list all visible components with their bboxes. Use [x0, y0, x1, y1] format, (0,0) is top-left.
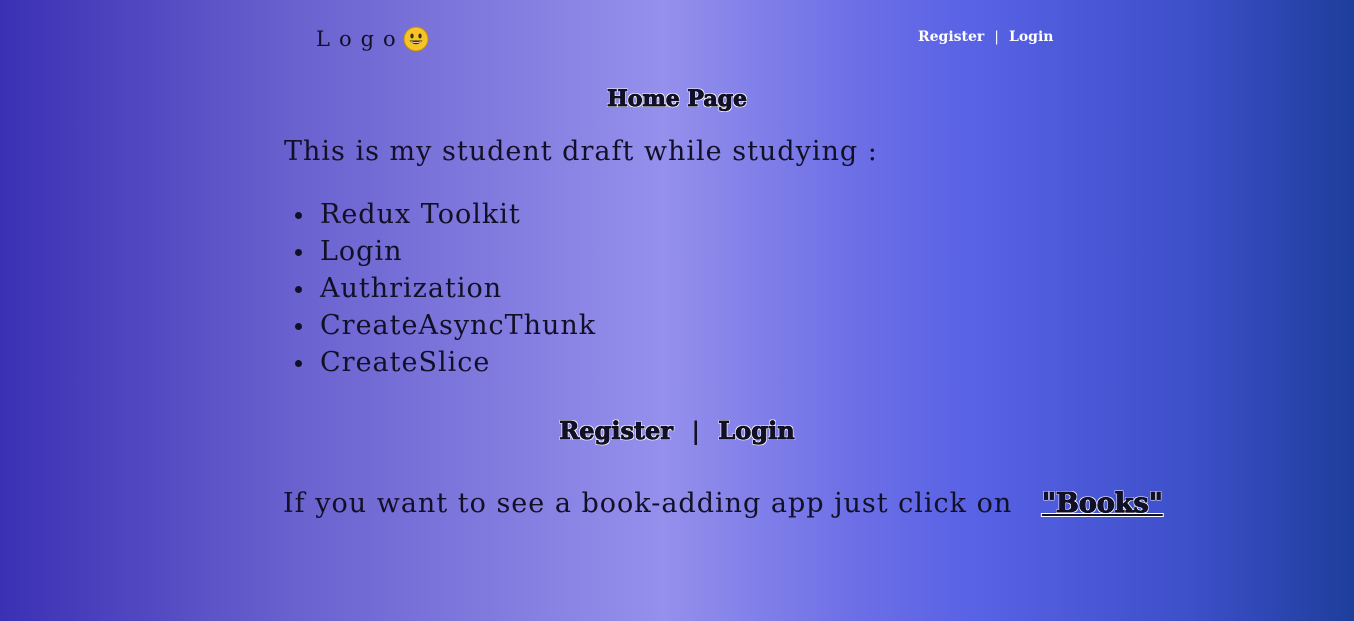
- top-nav: Register | Login: [918, 29, 1053, 45]
- list-item: Authrization: [284, 270, 596, 307]
- logo[interactable]: Logo: [316, 26, 429, 52]
- auth-links: Register | Login: [0, 416, 1354, 446]
- books-prompt-text: If you want to see a book-adding app jus…: [283, 488, 1013, 519]
- logo-text: Logo: [316, 27, 405, 51]
- books-prompt-line: If you want to see a book-adding app jus…: [283, 488, 1163, 520]
- nav-register-link[interactable]: Register: [918, 29, 984, 45]
- topics-list: Redux Toolkit Login Authrization CreateA…: [284, 196, 596, 381]
- nav-login-link[interactable]: Login: [1009, 29, 1053, 45]
- list-item: Redux Toolkit: [284, 196, 596, 233]
- auth-separator: |: [691, 416, 701, 445]
- intro-text: This is my student draft while studying …: [284, 136, 878, 167]
- nav-separator: |: [994, 29, 999, 45]
- list-item: Login: [284, 233, 596, 270]
- header-bar: Logo Register | Login: [0, 0, 1354, 80]
- register-link[interactable]: Register: [559, 416, 674, 446]
- list-item: CreateSlice: [284, 344, 596, 381]
- books-link[interactable]: "Books": [1041, 488, 1163, 520]
- grinning-face-icon: [403, 26, 429, 52]
- page-title: Home Page: [607, 86, 748, 113]
- list-item: CreateAsyncThunk: [284, 307, 596, 344]
- login-link[interactable]: Login: [718, 416, 795, 446]
